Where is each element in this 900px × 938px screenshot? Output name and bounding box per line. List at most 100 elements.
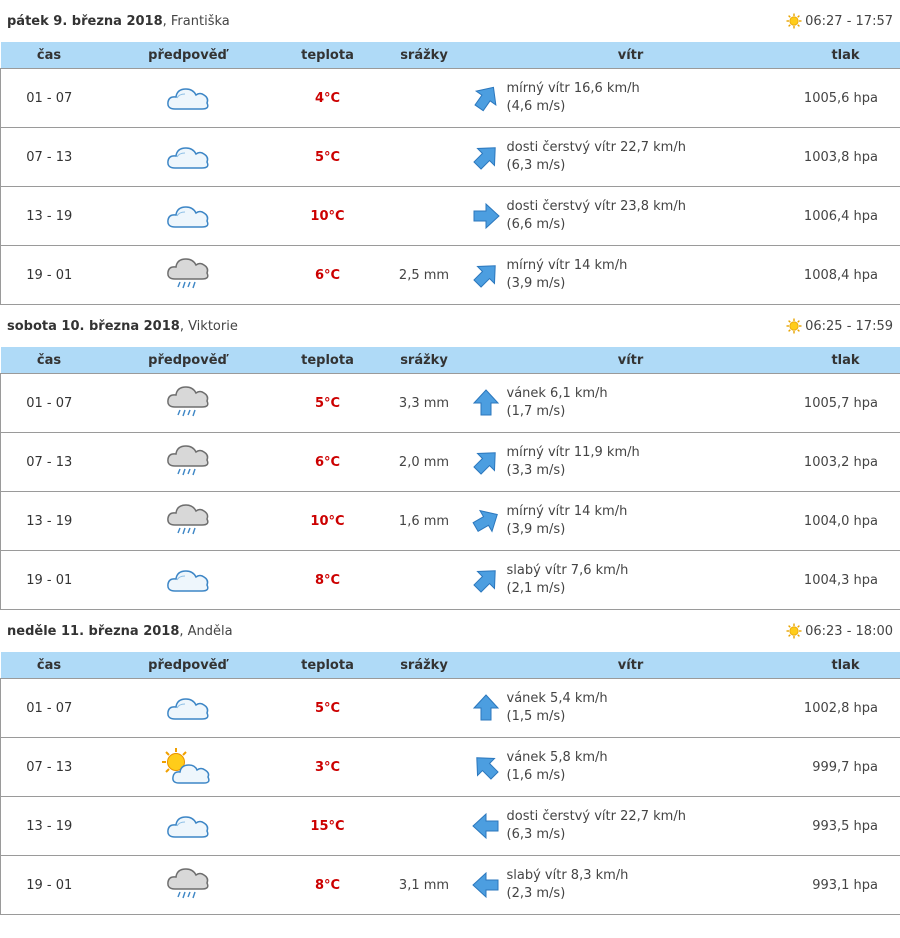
forecast-cell — [97, 491, 278, 551]
temperature: 8°C — [277, 550, 378, 610]
table-row: 07 - 13 3°C vánek 5,8 km/h (1,6 m/s) 999… — [0, 737, 900, 797]
wind-text: mírný vítr 16,6 km/h (4,6 m/s) — [507, 80, 640, 116]
wind-arrow-icon — [471, 811, 501, 841]
day-section: sobota 10. března 2018, Viktorie 06:25 -… — [0, 305, 900, 610]
precipitation — [377, 737, 471, 797]
temperature: 3°C — [277, 737, 378, 797]
wind-cell: mírný vítr 14 km/h (3,9 m/s) — [470, 245, 791, 305]
table-row: 13 - 19 10°C dosti čerstvý vítr 23,8 km/… — [0, 186, 900, 246]
wind-speed: dosti čerstvý vítr 22,7 km/h — [506, 140, 686, 155]
wind-speed: vánek 6,1 km/h — [506, 386, 608, 401]
wind-cell: mírný vítr 14 km/h (3,9 m/s) — [470, 491, 791, 551]
pressure: 1004,0 hpa — [790, 491, 900, 551]
partly-sunny-icon — [160, 748, 216, 784]
wind-text: mírný vítr 14 km/h (3,9 m/s) — [507, 257, 628, 293]
temperature: 5°C — [277, 678, 378, 738]
name-day: , Františka — [162, 13, 230, 29]
temperature: 15°C — [277, 796, 378, 856]
day-date: sobota 10. března 2018 — [7, 318, 180, 334]
table-header-row: čas předpověď teplota srážky vítr tlak — [0, 347, 900, 374]
wind-speed: mírný vítr 16,6 km/h — [506, 81, 640, 96]
pressure: 1008,4 hpa — [790, 245, 900, 305]
name-day: , Anděla — [179, 623, 233, 639]
wind-arrow-icon — [471, 752, 501, 782]
wind-text: vánek 6,1 km/h (1,7 m/s) — [507, 385, 608, 421]
pressure: 1005,6 hpa — [790, 68, 900, 128]
forecast-table: čas předpověď teplota srážky vítr tlak 0… — [0, 42, 900, 305]
forecast-cell — [97, 373, 278, 433]
time-range: 19 - 01 — [0, 855, 98, 915]
pressure: 1004,3 hpa — [790, 550, 900, 610]
col-precipitation: srážky — [377, 347, 471, 374]
wind-text: slabý vítr 7,6 km/h (2,1 m/s) — [507, 562, 629, 598]
col-forecast: předpověď — [97, 347, 278, 374]
table-header-row: čas předpověď teplota srážky vítr tlak — [0, 42, 900, 69]
time-range: 19 - 01 — [0, 550, 98, 610]
temperature: 4°C — [277, 68, 378, 128]
sun-times: 06:23 - 18:00 — [786, 623, 893, 639]
time-range: 13 - 19 — [0, 796, 98, 856]
sun-rise-set: 06:27 - 17:57 — [805, 13, 893, 29]
wind-text: dosti čerstvý vítr 22,7 km/h (6,3 m/s) — [507, 139, 686, 175]
forecast-cell — [97, 127, 278, 187]
time-range: 07 - 13 — [0, 432, 98, 492]
table-row: 07 - 13 6°C 2,0 mm mírný vítr 11,9 km/h … — [0, 432, 900, 492]
wind-speed: dosti čerstvý vítr 22,7 km/h — [506, 809, 686, 824]
wind-speed: dosti čerstvý vítr 23,8 km/h — [506, 199, 686, 214]
temperature: 10°C — [277, 491, 378, 551]
wind-arrow-icon — [471, 260, 501, 290]
wind-speed: slabý vítr 7,6 km/h — [506, 563, 629, 578]
rain-icon — [165, 504, 211, 535]
wind-arrow-icon — [471, 142, 501, 172]
sun-icon — [786, 13, 802, 29]
table-row: 01 - 07 5°C 3,3 mm vánek 6,1 km/h (1,7 m… — [0, 373, 900, 433]
precipitation: 3,3 mm — [377, 373, 471, 433]
temperature: 6°C — [277, 432, 378, 492]
table-row: 19 - 01 8°C slabý vítr 7,6 km/h (2,1 m/s… — [0, 550, 900, 610]
wind-cell: mírný vítr 16,6 km/h (4,6 m/s) — [470, 68, 791, 128]
forecast-cell — [97, 68, 278, 128]
wind-cell: vánek 5,8 km/h (1,6 m/s) — [470, 737, 791, 797]
sun-rise-set: 06:25 - 17:59 — [805, 318, 893, 334]
wind-speed: vánek 5,4 km/h — [506, 691, 608, 706]
wind-speed-ms: (3,9 m/s) — [506, 276, 566, 291]
cloudy-icon — [165, 570, 211, 592]
wind-text: slabý vítr 8,3 km/h (2,3 m/s) — [507, 867, 629, 903]
col-temperature: teplota — [277, 42, 378, 69]
pressure: 1003,2 hpa — [790, 432, 900, 492]
sun-rise-set: 06:23 - 18:00 — [805, 623, 893, 639]
forecast-cell — [97, 678, 278, 738]
col-forecast: předpověď — [97, 42, 278, 69]
cloudy-icon — [165, 206, 211, 228]
table-row: 13 - 19 10°C 1,6 mm mírný vítr 14 km/h (… — [0, 491, 900, 551]
time-range: 01 - 07 — [0, 678, 98, 738]
time-range: 01 - 07 — [0, 68, 98, 128]
forecast-cell — [97, 245, 278, 305]
col-time: čas — [0, 652, 98, 679]
cloudy-icon — [165, 147, 211, 169]
precipitation: 1,6 mm — [377, 491, 471, 551]
pressure: 1003,8 hpa — [790, 127, 900, 187]
wind-cell: vánek 6,1 km/h (1,7 m/s) — [470, 373, 791, 433]
time-range: 13 - 19 — [0, 491, 98, 551]
precipitation: 2,5 mm — [377, 245, 471, 305]
forecast-cell — [97, 186, 278, 246]
wind-speed: mírný vítr 14 km/h — [506, 504, 628, 519]
wind-speed-ms: (2,1 m/s) — [506, 581, 566, 596]
sun-icon — [786, 623, 802, 639]
day-section: pátek 9. března 2018, Františka 06:27 - … — [0, 0, 900, 305]
col-pressure: tlak — [790, 42, 900, 69]
wind-text: mírný vítr 11,9 km/h (3,3 m/s) — [507, 444, 640, 480]
sun-icon — [786, 318, 802, 334]
wind-arrow-icon — [471, 565, 501, 595]
col-forecast: předpověď — [97, 652, 278, 679]
temperature: 5°C — [277, 373, 378, 433]
cloudy-icon — [165, 816, 211, 838]
day-date: neděle 11. března 2018 — [7, 623, 180, 639]
col-wind: vítr — [470, 347, 791, 374]
wind-cell: dosti čerstvý vítr 22,7 km/h (6,3 m/s) — [470, 127, 791, 187]
day-header: neděle 11. března 2018, Anděla 06:23 - 1… — [0, 610, 900, 652]
col-temperature: teplota — [277, 652, 378, 679]
precipitation — [377, 186, 471, 246]
rain-icon — [165, 258, 211, 289]
